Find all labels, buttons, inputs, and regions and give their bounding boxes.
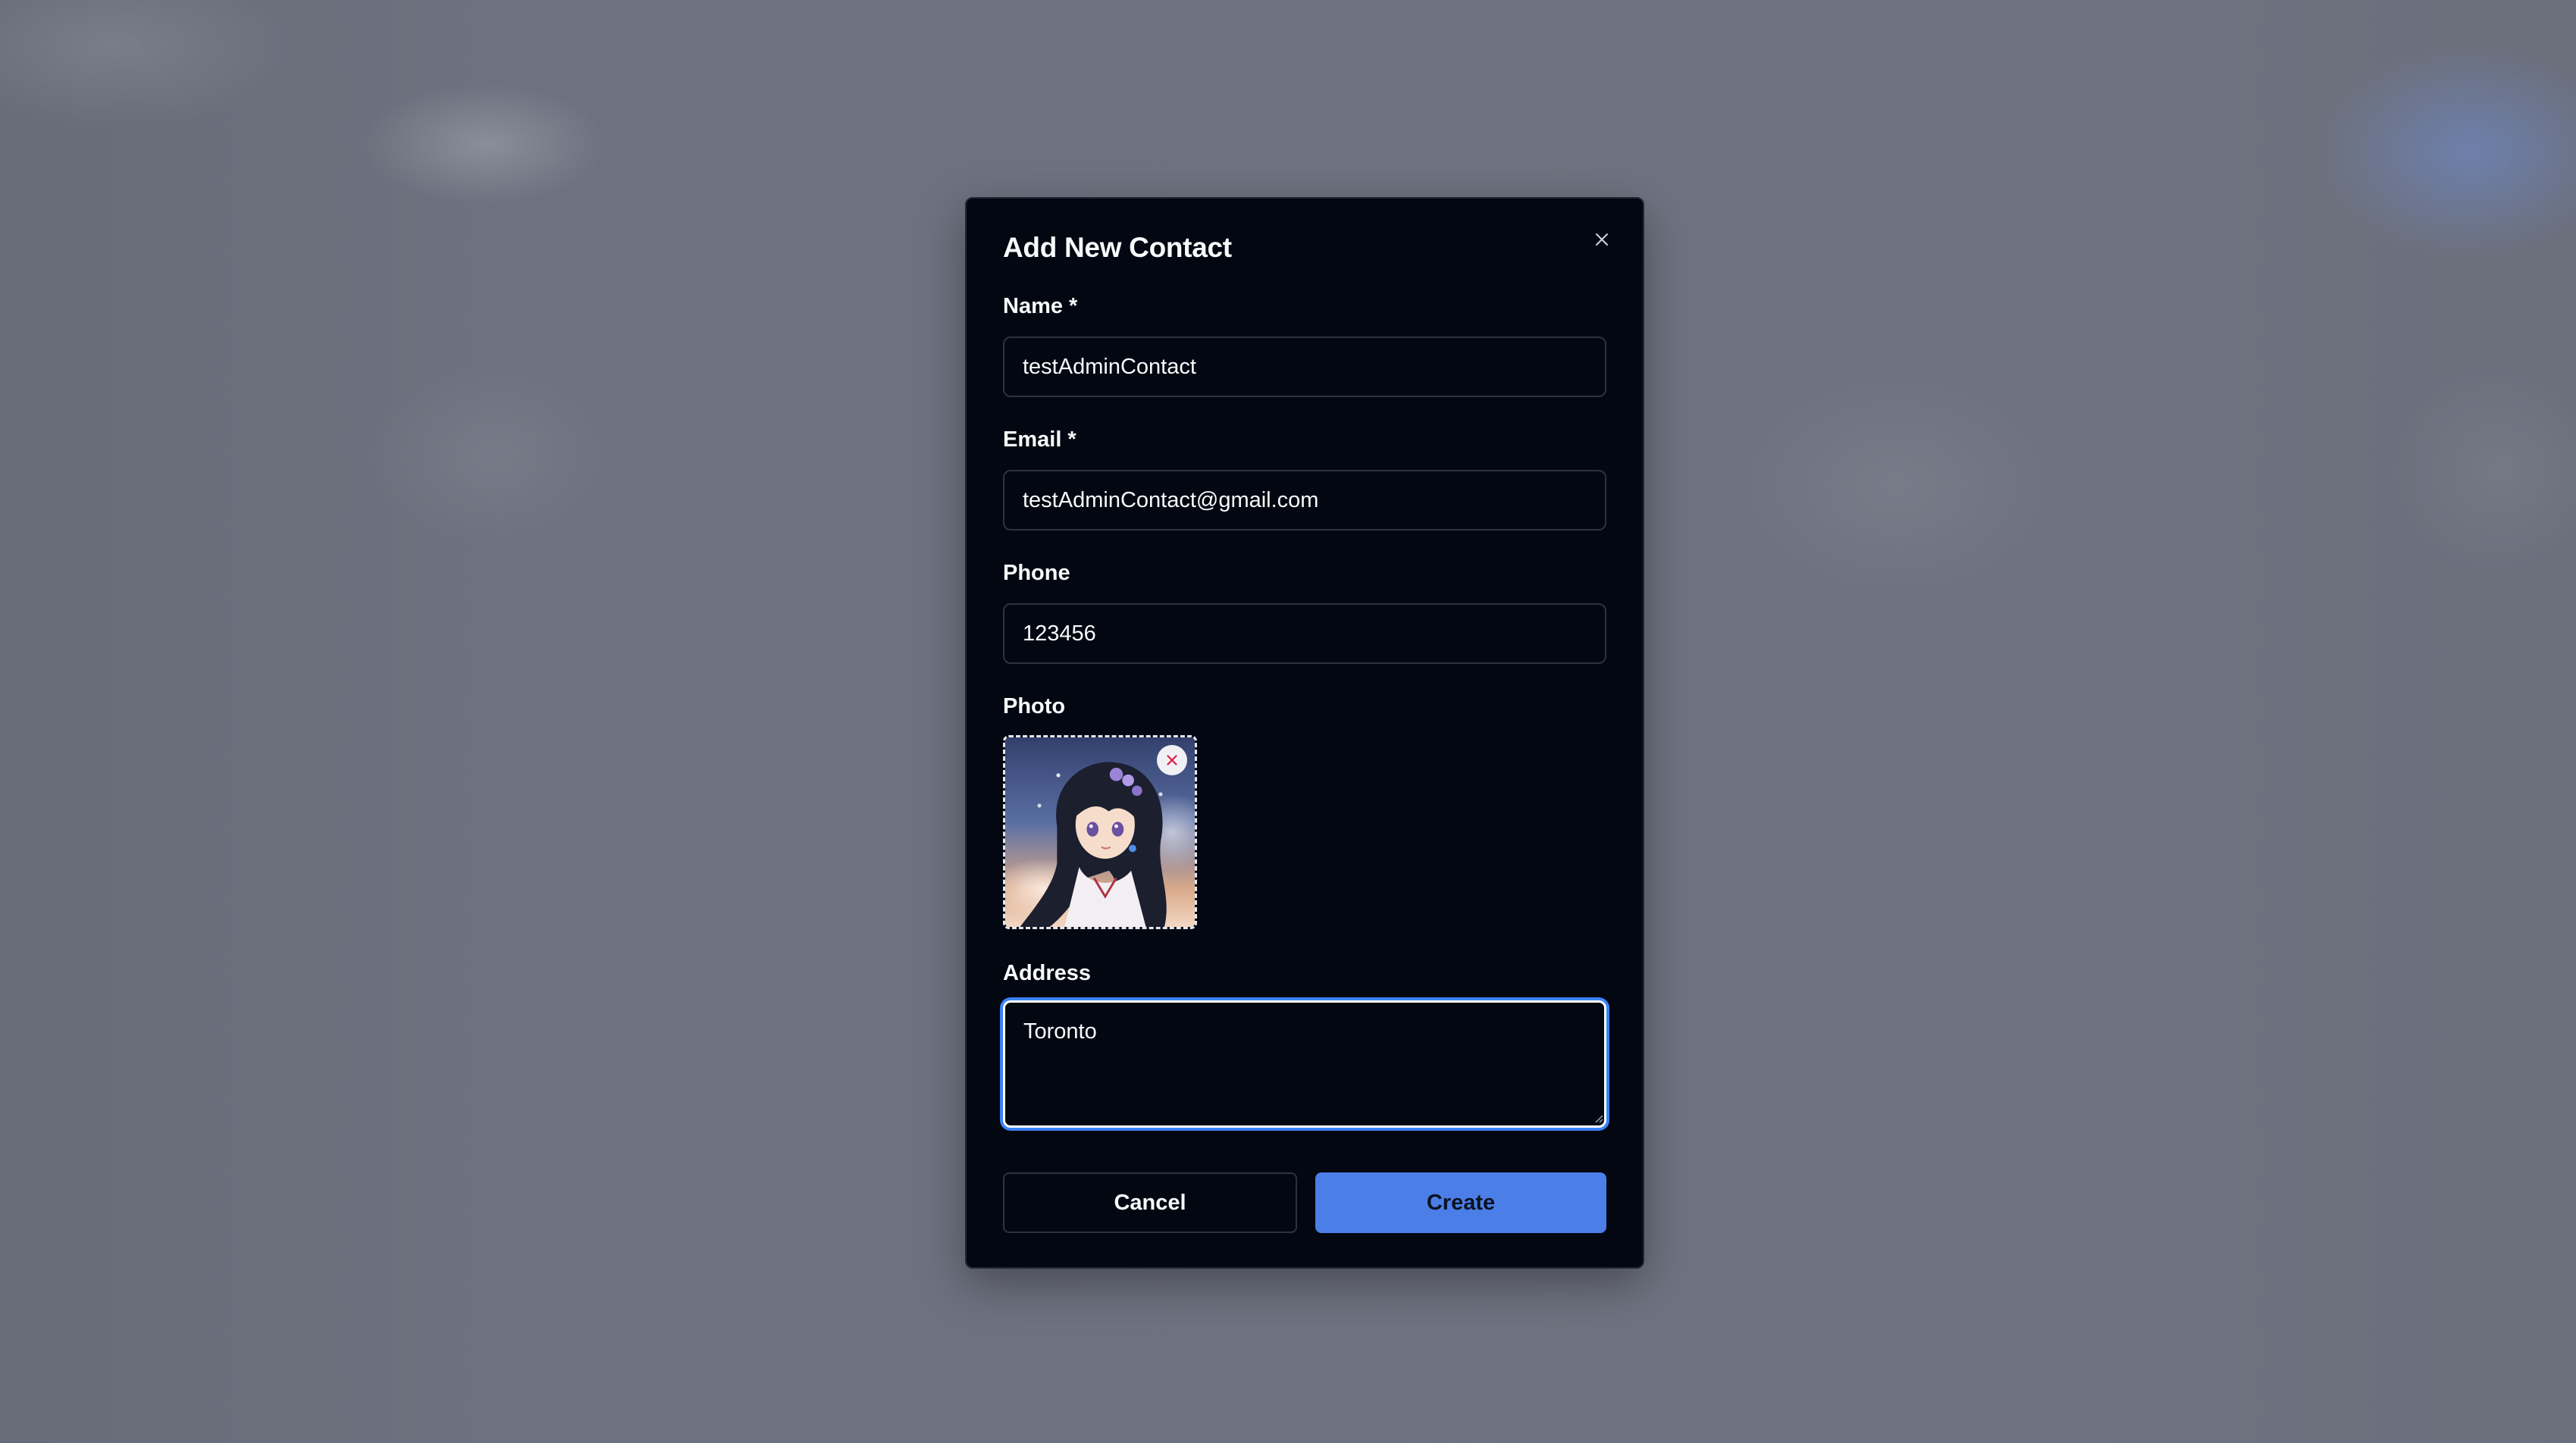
close-icon [1596, 233, 1608, 246]
email-label: Email * [1003, 427, 1076, 452]
phone-label: Phone [1003, 561, 1070, 585]
phone-input[interactable] [1003, 603, 1606, 664]
photo-label: Photo [1003, 694, 1066, 718]
name-input[interactable] [1003, 336, 1606, 397]
email-input[interactable] [1003, 470, 1606, 531]
remove-photo-button[interactable] [1157, 745, 1187, 775]
address-textarea[interactable]: Toronto [1003, 1000, 1606, 1128]
close-icon [1167, 755, 1177, 765]
cancel-button[interactable]: Cancel [1003, 1172, 1297, 1233]
add-contact-dialog: Add New Contact Name * Email * Phone Pho… [965, 197, 1644, 1269]
photo-upload-area[interactable] [1003, 735, 1197, 929]
name-label: Name * [1003, 294, 1078, 318]
dialog-title: Add New Contact [1003, 232, 1232, 263]
address-label: Address [1003, 961, 1092, 985]
create-button[interactable]: Create [1315, 1172, 1606, 1233]
close-button[interactable] [1587, 224, 1617, 255]
resize-handle-icon[interactable] [1594, 1114, 1603, 1123]
